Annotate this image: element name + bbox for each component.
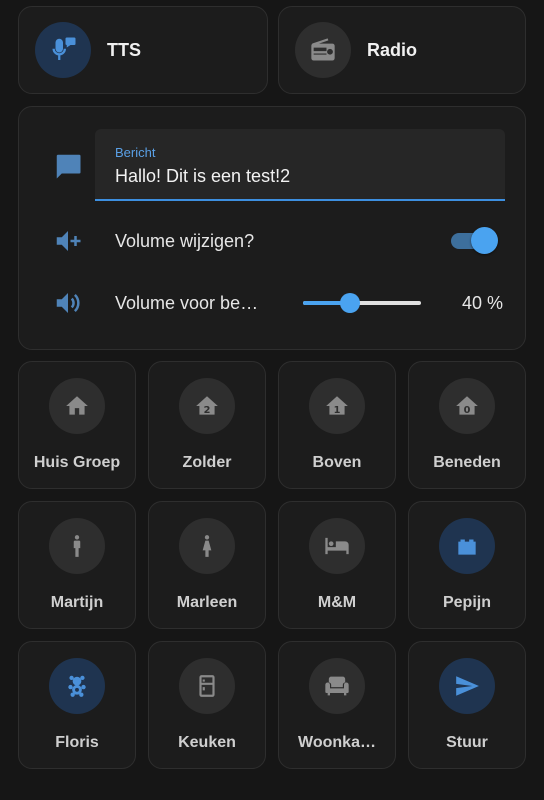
home-icon — [49, 378, 105, 434]
tile-label: Huis Groep — [33, 454, 121, 471]
tile-label: Beneden — [433, 454, 501, 471]
tile-floris[interactable]: Floris — [18, 641, 136, 769]
tile-pepijn[interactable]: Pepijn — [408, 501, 526, 629]
tile-marleen[interactable]: Marleen — [148, 501, 266, 629]
sofa-icon — [309, 658, 365, 714]
tile-label: Pepijn — [442, 594, 491, 611]
tile-label: Keuken — [178, 734, 236, 751]
svg-text:0: 0 — [464, 405, 471, 416]
human-female-icon — [179, 518, 235, 574]
home-floor-1-icon: 1 — [309, 378, 365, 434]
tile-label: Boven — [312, 454, 362, 471]
slider-thumb[interactable] — [340, 293, 361, 313]
tile-martijn[interactable]: Martijn — [18, 501, 136, 629]
tile-label: Woonka… — [298, 734, 376, 751]
tts-card[interactable]: TTS — [18, 6, 268, 94]
volume-slider[interactable] — [303, 291, 423, 315]
tile-stuur[interactable]: Stuur — [408, 641, 526, 769]
bed-icon — [309, 518, 365, 574]
tile-huis-groep[interactable]: Huis Groep — [18, 361, 136, 489]
message-field[interactable]: Bericht Hallo! Dit is een test!2 — [95, 129, 505, 201]
radio-label: Radio — [367, 39, 418, 60]
tile-label: M&M — [317, 594, 357, 611]
tts-settings-card: Bericht Hallo! Dit is een test!2 Volume … — [18, 106, 526, 350]
volume-change-toggle[interactable] — [449, 227, 499, 255]
tts-label: TTS — [107, 39, 141, 60]
radio-card[interactable]: Radio — [278, 6, 526, 94]
message-input[interactable]: Hallo! Dit is een test!2 — [115, 166, 290, 187]
volume-value: 40 % — [461, 293, 503, 313]
tile-label: Marleen — [176, 594, 238, 611]
volume-plus-icon — [56, 231, 81, 251]
tile-beneden[interactable]: 0 Beneden — [408, 361, 526, 489]
tile-label: Zolder — [182, 454, 232, 471]
tile-zolder[interactable]: 2 Zolder — [148, 361, 266, 489]
fridge-icon — [179, 658, 235, 714]
volume-label: Volume voor be… — [115, 293, 259, 313]
tile-m-en-m[interactable]: M&M — [278, 501, 396, 629]
tile-woonkamer[interactable]: Woonka… — [278, 641, 396, 769]
message-field-label: Bericht — [115, 145, 156, 160]
tile-label: Floris — [55, 734, 99, 751]
home-floor-2-icon: 2 — [179, 378, 235, 434]
radio-icon — [295, 22, 351, 78]
svg-text:2: 2 — [204, 405, 211, 416]
human-male-icon — [49, 518, 105, 574]
volume-high-icon — [56, 293, 80, 313]
message-icon — [56, 154, 81, 179]
send-icon — [439, 658, 495, 714]
home-floor-0-icon: 0 — [439, 378, 495, 434]
svg-text:1: 1 — [334, 405, 341, 416]
tile-label: Martijn — [50, 594, 104, 611]
volume-change-label: Volume wijzigen? — [115, 231, 255, 251]
tile-label: Stuur — [446, 734, 488, 751]
teddy-bear-icon — [49, 658, 105, 714]
microphone-message-icon — [35, 22, 91, 78]
tile-boven[interactable]: 1 Boven — [278, 361, 396, 489]
toy-brick-icon — [439, 518, 495, 574]
tile-keuken[interactable]: Keuken — [148, 641, 266, 769]
toggle-knob — [471, 227, 498, 254]
